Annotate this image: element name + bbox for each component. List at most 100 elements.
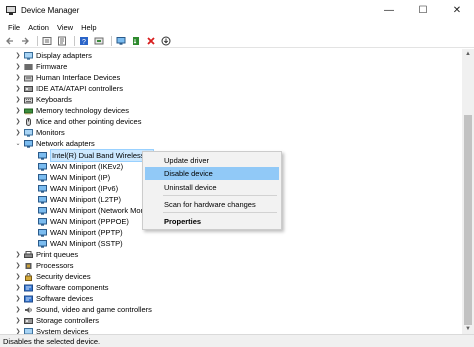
network-adapter-icon	[38, 184, 47, 193]
expand-arrow-icon[interactable]: ❯	[14, 105, 22, 116]
tree-item-label: Human Interface Devices	[36, 73, 121, 82]
tree-item-wan-l2tp[interactable]: WAN Miniport (L2TP)	[36, 194, 121, 205]
tree-item-label: WAN Miniport (IPv6)	[50, 184, 119, 193]
expand-arrow-icon[interactable]: ❯	[14, 72, 22, 83]
download-icon[interactable]	[160, 35, 172, 47]
tree-item-network-adapters[interactable]: ⌄ Network adapters	[14, 138, 95, 149]
tree-item-mice[interactable]: ❯ Mice and other pointing devices	[14, 116, 141, 127]
help-icon[interactable]: ?	[78, 35, 90, 47]
processor-icon	[24, 262, 33, 270]
tree-item-label: Memory technology devices	[36, 106, 129, 115]
keyboard-icon	[24, 96, 33, 104]
scroll-down-icon[interactable]: ▼	[462, 324, 474, 334]
tree-item-label: Network adapters	[36, 139, 95, 148]
network-adapter-icon	[38, 151, 47, 160]
tree-item-security-devices[interactable]: ❯ Security devices	[14, 271, 91, 282]
memory-icon	[24, 107, 33, 115]
software-component-icon	[24, 284, 33, 292]
tree-item-hid[interactable]: ❯ Human Interface Devices	[14, 72, 120, 83]
tree-item-system-devices[interactable]: ❯ System devices	[14, 326, 89, 334]
tree-item-sound-video[interactable]: ❯ Sound, video and game controllers	[14, 304, 151, 315]
speaker-icon	[24, 306, 33, 314]
expand-arrow-icon[interactable]: ❯	[14, 127, 22, 138]
expand-arrow-icon[interactable]: ❯	[14, 260, 22, 271]
menu-action[interactable]: Action	[24, 23, 53, 32]
expand-arrow-icon[interactable]: ❯	[14, 315, 22, 326]
tree-item-wan-ip[interactable]: WAN Miniport (IP)	[36, 172, 110, 183]
uninstall-icon[interactable]	[145, 35, 157, 47]
expand-arrow-icon[interactable]: ❯	[14, 61, 22, 72]
tree-item-wan-ikev2[interactable]: WAN Miniport (IKEv2)	[36, 161, 123, 172]
tree-item-label: IDE ATA/ATAPI controllers	[36, 84, 123, 93]
collapse-arrow-icon[interactable]: ⌄	[14, 138, 22, 149]
tree-item-label: Software devices	[36, 294, 94, 303]
tree-item-intel-wireless[interactable]: Intel(R) Dual Band Wireless-A	[36, 149, 155, 162]
expand-arrow-icon[interactable]: ❯	[14, 116, 22, 127]
menu-properties[interactable]: Properties	[145, 215, 279, 228]
storage-controller-icon	[24, 317, 33, 325]
close-button[interactable]: ✕	[440, 0, 474, 20]
menu-scan-hardware[interactable]: Scan for hardware changes	[145, 198, 279, 211]
tree-item-label: Firmware	[36, 62, 68, 71]
expand-arrow-icon[interactable]: ❯	[14, 94, 22, 105]
tree-view-icon[interactable]	[41, 35, 53, 47]
menu-uninstall-device[interactable]: Uninstall device	[145, 181, 279, 194]
back-icon[interactable]	[4, 35, 16, 47]
menu-file[interactable]: File	[4, 23, 24, 32]
expand-arrow-icon[interactable]: ❯	[14, 282, 22, 293]
tree-item-memory[interactable]: ❯ Memory technology devices	[14, 105, 129, 116]
context-menu: Update driver Disable device Uninstall d…	[142, 151, 282, 230]
expand-arrow-icon[interactable]: ❯	[14, 50, 22, 61]
mouse-icon	[24, 117, 33, 126]
tree-item-storage-controllers[interactable]: ❯ Storage controllers	[14, 315, 98, 326]
update-driver-icon[interactable]	[93, 35, 105, 47]
tree-item-processors[interactable]: ❯ Processors	[14, 260, 73, 271]
scan-hardware-icon[interactable]	[115, 35, 127, 47]
toolbar-separator	[74, 35, 75, 46]
tree-item-keyboards[interactable]: ❯ Keyboards	[14, 94, 71, 105]
expand-arrow-icon[interactable]: ❯	[14, 83, 22, 94]
forward-icon[interactable]	[19, 35, 31, 47]
expand-arrow-icon[interactable]: ❯	[14, 249, 22, 260]
tree-item-wan-ipv6[interactable]: WAN Miniport (IPv6)	[36, 183, 118, 194]
network-adapter-icon	[38, 173, 47, 182]
tree-item-label: Security devices	[36, 272, 91, 281]
properties-icon[interactable]	[56, 35, 68, 47]
minimize-button[interactable]: —	[372, 0, 406, 20]
tree-item-label: WAN Miniport (PPTP)	[50, 228, 123, 237]
expand-arrow-icon[interactable]: ❯	[14, 304, 22, 315]
tree-item-label: WAN Miniport (Network Mon	[50, 206, 145, 215]
toolbar-separator	[111, 35, 112, 46]
enable-device-icon[interactable]	[130, 35, 142, 47]
firmware-icon	[24, 63, 33, 71]
tree-item-label: System devices	[36, 327, 89, 334]
tree-item-wan-sstp[interactable]: WAN Miniport (SSTP)	[36, 238, 123, 249]
tree-item-display-adapters[interactable]: ❯ Display adapters	[14, 50, 91, 61]
menu-update-driver[interactable]: Update driver	[145, 154, 279, 167]
tree-item-software-devices[interactable]: ❯ Software devices	[14, 293, 93, 304]
tree-item-print-queues[interactable]: ❯ Print queues	[14, 249, 78, 260]
maximize-button[interactable]: ☐	[406, 0, 440, 20]
tree-item-ide[interactable]: ❯ IDE ATA/ATAPI controllers	[14, 83, 123, 94]
menu-view[interactable]: View	[53, 23, 77, 32]
vertical-scrollbar[interactable]: ▲ ▼	[462, 49, 474, 334]
tree-item-wan-pptp[interactable]: WAN Miniport (PPTP)	[36, 227, 123, 238]
tree-item-wan-network-monitor[interactable]: WAN Miniport (Network Mon	[36, 205, 145, 216]
toolbar-separator	[37, 35, 38, 46]
status-text: Disables the selected device.	[3, 336, 101, 346]
network-adapter-icon	[38, 206, 47, 215]
tree-item-label: WAN Miniport (L2TP)	[50, 195, 121, 204]
tree-item-firmware[interactable]: ❯ Firmware	[14, 61, 67, 72]
menu-disable-device[interactable]: Disable device	[145, 167, 279, 180]
tree-item-software-components[interactable]: ❯ Software components	[14, 282, 108, 293]
menu-separator	[163, 195, 277, 196]
tree-item-monitors[interactable]: ❯ Monitors	[14, 127, 64, 138]
expand-arrow-icon[interactable]: ❯	[14, 271, 22, 282]
ide-controller-icon	[24, 85, 33, 93]
expand-arrow-icon[interactable]: ❯	[14, 326, 22, 334]
menu-help[interactable]: Help	[77, 23, 100, 32]
scroll-up-icon[interactable]: ▲	[462, 49, 474, 59]
tree-item-wan-pppoe[interactable]: WAN Miniport (PPPOE)	[36, 216, 129, 227]
scroll-thumb[interactable]	[464, 115, 472, 325]
expand-arrow-icon[interactable]: ❯	[14, 293, 22, 304]
